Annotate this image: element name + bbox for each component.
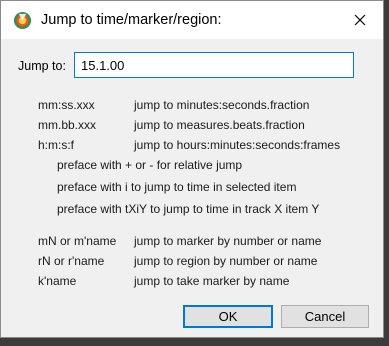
format-description: jump to minutes:seconds.fraction: [134, 98, 310, 112]
jump-dialog: Jump to time/marker/region: Jump to: mm:…: [0, 0, 384, 338]
format-description: jump to hours:minutes:seconds:frames: [134, 138, 341, 152]
cancel-button[interactable]: Cancel: [281, 305, 369, 328]
format-label: mm:ss.xxx: [38, 98, 95, 112]
close-button[interactable]: [337, 1, 383, 39]
title-bar: Jump to time/marker/region:: [1, 1, 383, 39]
dialog-title: Jump to time/marker/region:: [41, 12, 222, 28]
jump-to-label: Jump to:: [18, 59, 66, 73]
format-label: k'name: [38, 274, 77, 288]
preface-hint: preface with + or - for relative jump: [57, 158, 243, 172]
format-description: jump to region by number or name: [134, 254, 318, 268]
preface-hint: preface with i to jump to time in select…: [57, 180, 297, 194]
format-label: mN or m'name: [38, 234, 117, 248]
format-label: h:m:s:f: [38, 138, 75, 152]
format-description: jump to measures.beats.fraction: [134, 118, 305, 132]
reaper-logo-icon: [13, 11, 32, 30]
format-description: jump to marker by number or name: [134, 234, 322, 248]
format-label: rN or r'name: [38, 254, 105, 268]
ok-button[interactable]: OK: [183, 305, 273, 328]
preface-hint: preface with tXiY to jump to time in tra…: [57, 202, 320, 216]
format-label: mm.bb.xxx: [38, 118, 97, 132]
format-description: jump to take marker by name: [134, 274, 290, 288]
jump-to-input[interactable]: [74, 52, 354, 78]
dialog-body: Jump to: mm:ss.xxx jump to minutes:secon…: [1, 39, 383, 339]
close-icon: [354, 14, 366, 26]
